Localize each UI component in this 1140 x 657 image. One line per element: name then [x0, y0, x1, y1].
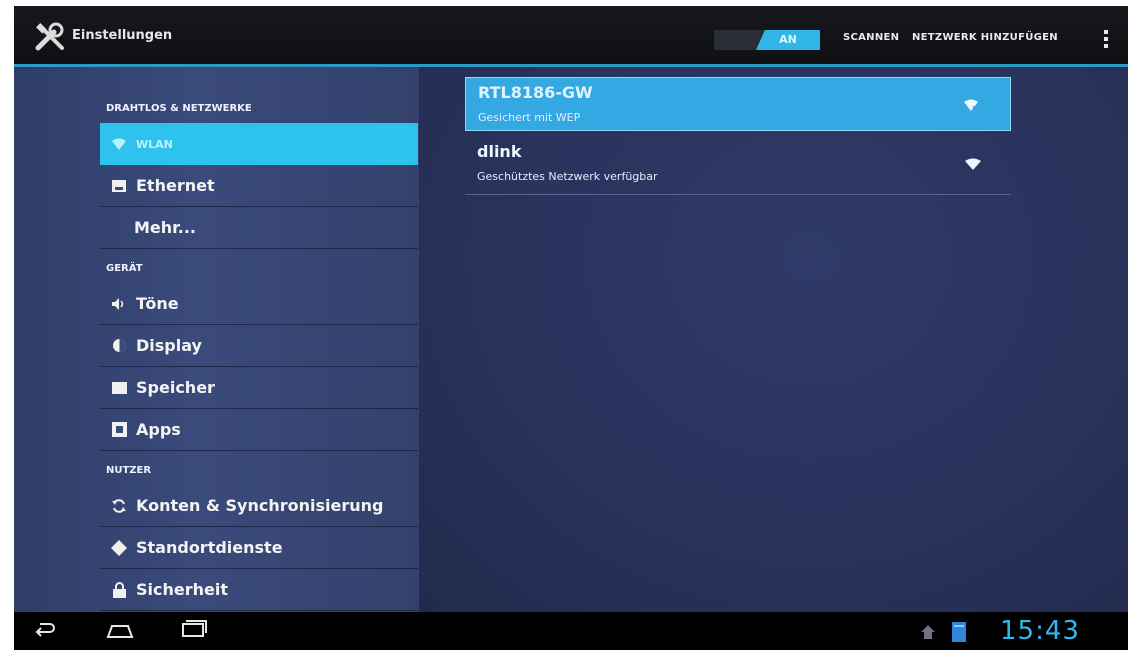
sidebar-item-ethernet[interactable]: Ethernet — [100, 165, 418, 207]
section-header-user: NUTZER — [106, 465, 152, 476]
sidebar-item-label: WLAN — [136, 137, 173, 151]
sidebar-item-label: Sicherheit — [136, 580, 228, 599]
sidebar-item-label: Speicher — [136, 378, 215, 397]
back-icon[interactable] — [34, 620, 56, 640]
scan-button[interactable]: SCANNEN — [843, 32, 899, 43]
network-ssid: dlink — [477, 142, 522, 161]
wifi-icon — [110, 135, 128, 153]
home-icon[interactable] — [106, 620, 134, 640]
recent-apps-icon[interactable] — [180, 620, 208, 640]
system-navigation-bar: 15:43 — [14, 612, 1128, 650]
settings-tools-icon[interactable] — [34, 22, 68, 52]
section-header-wireless: DRAHTLOS & NETZWERKE — [106, 103, 252, 114]
add-network-button[interactable]: NETZWERK HINZUFÜGEN — [912, 32, 1058, 43]
location-icon — [110, 539, 128, 557]
sidebar-item-security[interactable]: Sicherheit — [100, 569, 418, 611]
android-settings-screen: Einstellungen AN SCANNEN NETZWERK HINZUF… — [14, 6, 1128, 650]
network-item-dlink[interactable]: dlink Geschütztes Netzwerk verfügbar — [465, 137, 1011, 195]
sidebar-item-location[interactable]: Standortdienste — [100, 527, 418, 569]
network-status: Gesichert mit WEP — [478, 111, 581, 124]
overflow-menu-icon[interactable] — [1102, 28, 1110, 52]
status-clock: 15:43 — [1000, 616, 1080, 646]
sidebar-item-label: Mehr... — [134, 218, 197, 237]
notification-app-icon[interactable] — [920, 624, 936, 640]
wifi-network-list: RTL8186-GW Gesichert mit WEP dlink Gesch… — [419, 67, 1128, 612]
sidebar-item-display[interactable]: Display — [100, 325, 418, 367]
sync-icon — [110, 497, 128, 515]
app-title: Einstellungen — [72, 28, 173, 43]
settings-category-list: DRAHTLOS & NETZWERKE WLAN Ethernet Mehr.… — [14, 67, 419, 612]
sidebar-item-label: Apps — [136, 420, 181, 439]
sidebar-item-label: Ethernet — [136, 176, 215, 195]
ethernet-icon — [110, 177, 128, 195]
sidebar-item-wifi[interactable]: WLAN — [100, 123, 418, 165]
sidebar-item-sounds[interactable]: Töne — [100, 283, 418, 325]
wifi-toggle-label: AN — [756, 30, 820, 50]
notification-storage-icon[interactable] — [952, 622, 966, 642]
wifi-signal-locked-icon — [964, 99, 979, 111]
storage-icon — [110, 379, 128, 397]
network-item-rtl8186[interactable]: RTL8186-GW Gesichert mit WEP — [465, 77, 1011, 131]
network-ssid: RTL8186-GW — [478, 83, 593, 102]
network-status: Geschütztes Netzwerk verfügbar — [477, 170, 658, 183]
section-header-device: GERÄT — [106, 263, 143, 274]
sidebar-item-apps[interactable]: Apps — [100, 409, 418, 451]
apps-icon — [110, 421, 128, 439]
lock-icon — [110, 581, 128, 599]
display-icon — [110, 337, 128, 355]
wifi-toggle-switch[interactable]: AN — [714, 30, 820, 50]
sidebar-item-storage[interactable]: Speicher — [100, 367, 418, 409]
wifi-signal-icon — [965, 158, 981, 170]
sidebar-item-label: Töne — [136, 294, 179, 313]
sidebar-item-more[interactable]: Mehr... — [100, 207, 418, 249]
action-bar: Einstellungen AN SCANNEN NETZWERK HINZUF… — [14, 6, 1128, 67]
sidebar-item-label: Display — [136, 336, 202, 355]
sidebar-item-accounts-sync[interactable]: Konten & Synchronisierung — [100, 485, 418, 527]
speaker-icon — [110, 295, 128, 313]
sidebar-item-label: Standortdienste — [136, 538, 283, 557]
sidebar-item-label: Konten & Synchronisierung — [136, 496, 384, 515]
